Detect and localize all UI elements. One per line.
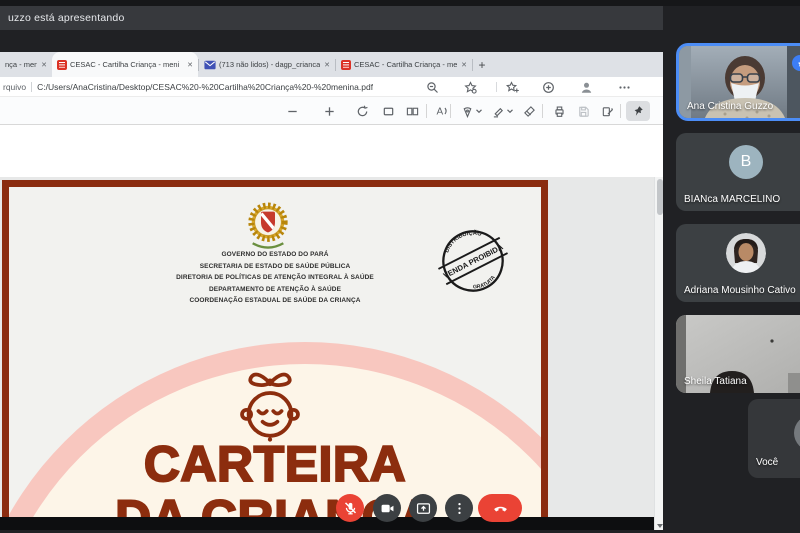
new-tab-button[interactable]: + xyxy=(473,52,491,77)
pdf-file-icon xyxy=(341,60,351,70)
pdf-document-page: GOVERNO DO ESTADO DO PARÁ SECRETARIA DE … xyxy=(2,180,548,517)
girl-face-icon xyxy=(233,365,307,444)
participant-photo-avatar xyxy=(726,233,766,273)
pdf-scrollbar-thumb[interactable] xyxy=(657,179,663,215)
participant-initial-avatar: B xyxy=(729,145,763,179)
profile-avatar-icon[interactable] xyxy=(578,79,594,95)
address-url[interactable]: C:/Users/AnaCristina/Desktop/CESAC%20-%2… xyxy=(37,82,373,92)
save-button[interactable] xyxy=(574,102,592,120)
print-button[interactable] xyxy=(550,102,568,120)
presenting-banner: uzzo está apresentando xyxy=(0,6,663,30)
tab-separator xyxy=(472,59,473,71)
participant-name: Ana Cristina Guzzo xyxy=(687,101,773,112)
browser-tab-strip: nça - meni ✕ CESAC - Cartilha Criança - … xyxy=(0,52,663,77)
toolbar-separator xyxy=(542,104,543,118)
tab-title: CESAC - Cartilha Criança - meni xyxy=(354,60,457,69)
tab-title: nça - meni xyxy=(5,60,37,69)
address-bar[interactable]: rquivo C:/Users/AnaCristina/Desktop/CESA… xyxy=(0,77,663,97)
participant-tile-self[interactable]: Você xyxy=(748,399,800,478)
draw-dropdown-icon[interactable] xyxy=(474,102,484,120)
browser-tab-2-active[interactable]: CESAC - Cartilha Criança - meni ✕ xyxy=(52,52,198,77)
browser-tab-4[interactable]: CESAC - Cartilha Criança - meni ✕ xyxy=(336,52,472,77)
participant-name: Sheila Tatiana xyxy=(684,376,747,387)
participant-name: Adriana Mousinho Cativo xyxy=(684,285,796,296)
present-screen-icon xyxy=(416,501,431,516)
toolbar-separator xyxy=(426,104,427,118)
participant-tile-sheila[interactable]: Sheila Tatiana xyxy=(676,315,800,393)
hang-up-button[interactable] xyxy=(478,494,522,522)
scrollbar-down-arrow-icon[interactable] xyxy=(657,524,663,528)
pdf-scrollbar[interactable] xyxy=(654,177,663,530)
tab-close-icon[interactable]: ✕ xyxy=(461,61,467,69)
tab-separator xyxy=(198,59,199,71)
browser-tab-3[interactable]: (713 não lidos) - dagp_crianca@ ✕ xyxy=(199,52,335,77)
add-text-button[interactable] xyxy=(598,102,616,120)
pdf-content-area[interactable]: GOVERNO DO ESTADO DO PARÁ SECRETARIA DE … xyxy=(0,177,663,517)
participant-tile-bianca[interactable]: B BIANca MARCELINO xyxy=(676,133,800,211)
pdf-toolbar: A xyxy=(0,97,663,125)
tab-close-icon[interactable]: ✕ xyxy=(324,61,330,69)
favorites-icon[interactable] xyxy=(462,79,478,95)
tab-title: (713 não lidos) - dagp_crianca@ xyxy=(219,60,320,69)
file-scheme-label: rquivo xyxy=(3,82,26,92)
add-favorite-icon[interactable] xyxy=(504,79,520,95)
present-screen-button[interactable] xyxy=(409,494,437,522)
more-options-button[interactable] xyxy=(445,494,473,522)
camera-button[interactable] xyxy=(373,494,401,522)
fit-to-page-button[interactable] xyxy=(379,102,397,120)
zoom-out-button[interactable] xyxy=(283,102,301,120)
shared-browser-window: nça - meni ✕ CESAC - Cartilha Criança - … xyxy=(0,52,663,465)
highlight-dropdown-icon[interactable] xyxy=(505,102,515,120)
shared-screen-bottom-bar xyxy=(0,517,654,530)
participant-tile-ana-cristina[interactable]: Ana Cristina Guzzo xyxy=(676,43,800,121)
more-options-icon xyxy=(452,501,467,516)
document-title-line1: CARTEIRA xyxy=(9,435,541,493)
para-coat-of-arms-icon xyxy=(245,200,291,252)
participant-name: BIANca MARCELINO xyxy=(684,194,780,205)
stamp-arc-top: DISTRIBUIÇÃO xyxy=(440,224,485,256)
svg-text:DISTRIBUIÇÃO: DISTRIBUIÇÃO xyxy=(440,224,485,256)
pdf-file-icon xyxy=(57,60,67,70)
zoom-page-icon[interactable] xyxy=(424,79,440,95)
read-aloud-button[interactable]: A xyxy=(432,102,450,120)
collections-icon[interactable] xyxy=(540,79,556,95)
participant-tile-adriana[interactable]: Adriana Mousinho Cativo xyxy=(676,224,800,302)
mail-icon xyxy=(204,60,216,70)
browser-tab-1[interactable]: nça - meni ✕ xyxy=(0,52,52,77)
toolbar-separator xyxy=(450,104,451,118)
tab-close-icon[interactable]: ✕ xyxy=(41,61,47,69)
mic-off-button[interactable] xyxy=(336,494,364,522)
tab-title: CESAC - Cartilha Criança - meni xyxy=(70,60,183,69)
pin-toolbar-button[interactable] xyxy=(626,101,650,121)
address-separator xyxy=(31,82,32,92)
participant-name: Você xyxy=(756,457,778,468)
presenting-banner-text: uzzo está apresentando xyxy=(8,12,124,24)
browser-menu-icon[interactable] xyxy=(616,79,632,95)
toolbar-separator xyxy=(620,104,621,118)
self-avatar xyxy=(794,415,800,451)
address-icons-separator xyxy=(496,82,497,92)
camera-icon xyxy=(380,501,395,516)
svg-text:A: A xyxy=(437,107,444,118)
rotate-button[interactable] xyxy=(353,102,371,120)
mic-off-icon xyxy=(343,501,358,516)
erase-button[interactable] xyxy=(520,102,538,120)
page-view-button[interactable] xyxy=(403,102,421,120)
zoom-in-button[interactable] xyxy=(320,102,338,120)
hang-up-icon xyxy=(492,500,509,517)
tab-separator xyxy=(335,59,336,71)
tab-close-icon[interactable]: ✕ xyxy=(187,61,193,69)
